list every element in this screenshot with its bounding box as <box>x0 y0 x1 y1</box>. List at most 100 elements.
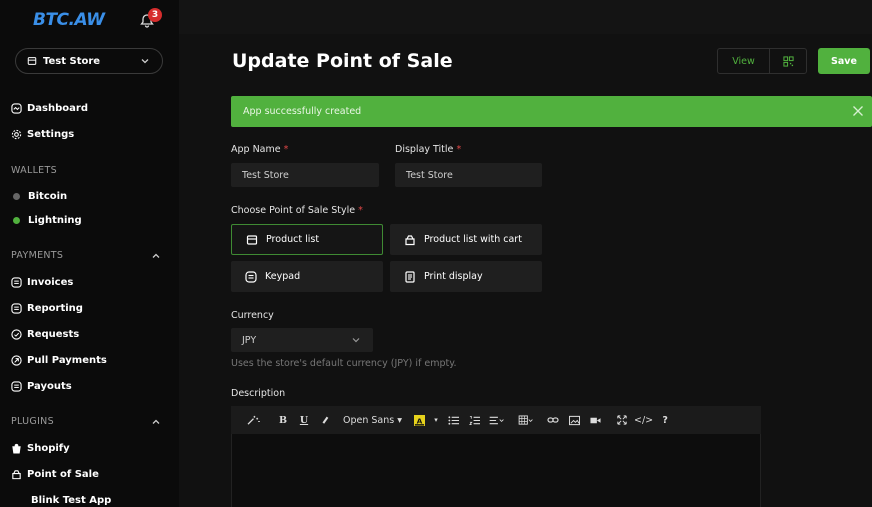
chevron-down-icon[interactable]: ▾ <box>431 411 441 429</box>
sidebar-item-label: Invoices <box>27 276 74 288</box>
sidebar-item-reporting[interactable]: Reporting <box>0 299 179 317</box>
eraser-icon[interactable] <box>316 411 334 429</box>
sidebar-item-dashboard[interactable]: Dashboard <box>0 99 179 117</box>
alert-message: App successfully created <box>243 106 362 117</box>
view-button[interactable]: View <box>718 49 770 73</box>
sidebar-item-invoices[interactable]: Invoices <box>0 273 179 291</box>
app-name-input[interactable]: Test Store <box>231 163 379 187</box>
style-label: Choose Point of Sale Style * <box>231 205 363 216</box>
section-plugins: PLUGINS <box>11 416 54 427</box>
sidebar-item-requests[interactable]: Requests <box>0 325 179 343</box>
shopify-icon <box>12 443 21 454</box>
underline-icon[interactable]: U <box>295 411 313 429</box>
top-bar <box>179 0 872 34</box>
sidebar-item-label: Shopify <box>27 442 70 454</box>
style-option-product-list[interactable]: Product list <box>231 224 383 255</box>
store-icon <box>27 57 37 65</box>
shopping-bag-icon <box>405 234 415 245</box>
text-color-icon[interactable]: A <box>410 411 428 429</box>
chevron-down-icon <box>352 338 360 343</box>
style-option-label: Product list <box>266 234 320 245</box>
video-icon[interactable] <box>586 411 604 429</box>
status-dot-icon <box>13 216 20 224</box>
image-icon[interactable] <box>565 411 583 429</box>
description-editor[interactable] <box>231 434 761 507</box>
style-option-label: Product list with cart <box>424 234 522 245</box>
app-root: BTC.AW 3 Test Store Dashboard Settings W… <box>0 0 872 507</box>
chevron-up-icon[interactable] <box>151 251 161 261</box>
sidebar-item-lightning[interactable]: Lightning <box>0 211 179 229</box>
sidebar-item-payouts[interactable]: Payouts <box>0 377 179 395</box>
sidebar-item-settings[interactable]: Settings <box>0 125 179 143</box>
ordered-list-icon[interactable] <box>465 411 483 429</box>
section-wallets: WALLETS <box>11 165 57 176</box>
sidebar-item-pull-payments[interactable]: Pull Payments <box>0 351 179 369</box>
sidebar-item-label: Dashboard <box>27 102 88 114</box>
style-option-label: Keypad <box>265 271 301 282</box>
view-button-group: View <box>717 48 807 74</box>
align-icon[interactable] <box>486 411 508 429</box>
sidebar-item-label: Pull Payments <box>27 354 107 366</box>
sidebar-item-blink-test-app[interactable]: Blink Test App <box>0 491 179 507</box>
font-family-dropdown[interactable]: Open Sans ▾ <box>343 411 402 429</box>
pull-payments-icon <box>11 354 22 366</box>
style-option-print-display[interactable]: Print display <box>390 261 542 292</box>
link-icon[interactable] <box>544 411 562 429</box>
shopping-bag-icon <box>12 469 21 479</box>
code-view-icon[interactable]: </> <box>634 411 653 429</box>
requests-icon <box>11 328 22 340</box>
sidebar-item-label: Lightning <box>28 214 82 226</box>
store-selector[interactable]: Test Store <box>15 48 163 74</box>
chevron-down-icon <box>141 59 149 64</box>
app-name-label: App Name * <box>231 144 288 155</box>
style-option-label: Print display <box>424 271 483 282</box>
status-dot-icon <box>13 192 20 200</box>
bold-icon[interactable]: B <box>274 411 292 429</box>
required-marker: * <box>283 144 289 155</box>
store-icon <box>246 234 258 245</box>
dashboard-icon <box>11 102 22 114</box>
sidebar-item-bitcoin[interactable]: Bitcoin <box>0 187 179 205</box>
description-label: Description <box>231 388 286 399</box>
sidebar-item-point-of-sale[interactable]: Point of Sale <box>0 465 179 483</box>
sidebar-item-label: Settings <box>27 128 75 140</box>
display-title-label-text: Display Title <box>395 144 454 155</box>
currency-label: Currency <box>231 310 274 321</box>
unordered-list-icon[interactable] <box>444 411 462 429</box>
display-title-input[interactable]: Test Store <box>395 163 542 187</box>
store-selector-label: Test Store <box>43 55 101 67</box>
payouts-icon <box>11 380 22 392</box>
sidebar-item-shopify[interactable]: Shopify <box>0 439 179 457</box>
keypad-icon <box>245 270 257 283</box>
gear-icon <box>11 129 22 139</box>
invoice-icon <box>11 276 22 288</box>
section-payments: PAYMENTS <box>11 250 64 261</box>
print-icon <box>405 270 415 283</box>
help-icon[interactable]: ? <box>656 411 674 429</box>
sidebar-item-label: Reporting <box>27 302 83 314</box>
qr-code-icon <box>782 55 794 67</box>
notification-badge: 3 <box>148 8 162 22</box>
brand-logo[interactable]: BTC.AW <box>33 10 105 30</box>
success-alert: App successfully created <box>231 96 872 127</box>
sidebar-item-label: Bitcoin <box>28 190 68 202</box>
style-option-keypad[interactable]: Keypad <box>231 261 383 292</box>
close-icon[interactable] <box>852 105 864 117</box>
fullscreen-icon[interactable] <box>613 411 631 429</box>
magic-wand-icon[interactable] <box>241 411 265 429</box>
currency-select[interactable]: JPY <box>231 328 373 352</box>
required-marker: * <box>456 144 462 155</box>
save-button[interactable]: Save <box>818 48 870 74</box>
sidebar: BTC.AW 3 Test Store Dashboard Settings W… <box>0 0 179 507</box>
sidebar-item-label: Blink Test App <box>31 494 112 506</box>
style-option-product-list-with-cart[interactable]: Product list with cart <box>390 224 542 255</box>
editor-toolbar: B U Open Sans ▾ A ▾ </> ? <box>231 406 761 434</box>
table-icon[interactable] <box>515 411 537 429</box>
app-name-label-text: App Name <box>231 144 281 155</box>
sidebar-item-label: Point of Sale <box>27 468 99 480</box>
svg-text:A: A <box>416 416 422 425</box>
currency-value: JPY <box>242 334 257 346</box>
qr-code-button[interactable] <box>770 49 806 73</box>
reporting-icon <box>11 302 22 314</box>
chevron-up-icon[interactable] <box>151 417 161 427</box>
